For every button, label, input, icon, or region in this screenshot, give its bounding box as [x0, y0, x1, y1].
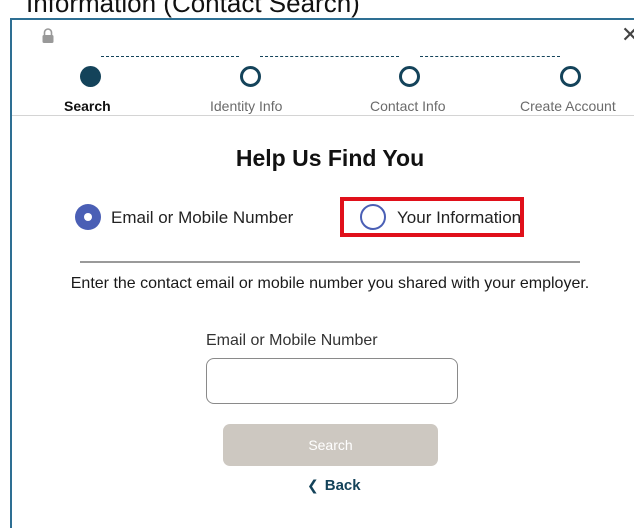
step-search-dot	[80, 66, 101, 87]
page-title: Help Us Find You	[235, 145, 425, 171]
instructions-text: Enter the contact email or mobile number…	[70, 275, 590, 292]
step-create-dot	[560, 66, 581, 87]
step-label-create: Create Account	[520, 98, 616, 114]
step-connector	[420, 56, 560, 57]
step-label-identity: Identity Info	[210, 98, 283, 114]
step-connector	[101, 56, 239, 57]
step-label-search: Search	[64, 98, 111, 114]
close-icon[interactable]: ✕	[621, 24, 634, 46]
step-label-contact: Contact Info	[370, 98, 446, 114]
step-identity-dot	[240, 66, 261, 87]
header-divider	[12, 115, 634, 116]
lock-icon	[42, 28, 54, 43]
email-or-mobile-input[interactable]	[206, 358, 458, 404]
back-link[interactable]: ❮ Back	[307, 477, 361, 494]
step-contact-dot	[399, 66, 420, 87]
chevron-left-icon: ❮	[307, 477, 319, 493]
section-divider	[80, 261, 580, 263]
radio-email-or-mobile[interactable]	[75, 204, 101, 230]
back-label: Back	[324, 477, 361, 494]
email-or-mobile-label: Email or Mobile Number	[206, 332, 378, 349]
header-caption-text: Information (Contact Search)	[26, 0, 360, 18]
radio-label-email-or-mobile[interactable]: Email or Mobile Number	[111, 208, 293, 228]
highlight-box	[340, 197, 524, 237]
search-button[interactable]: Search	[223, 424, 438, 466]
step-connector	[260, 56, 399, 57]
